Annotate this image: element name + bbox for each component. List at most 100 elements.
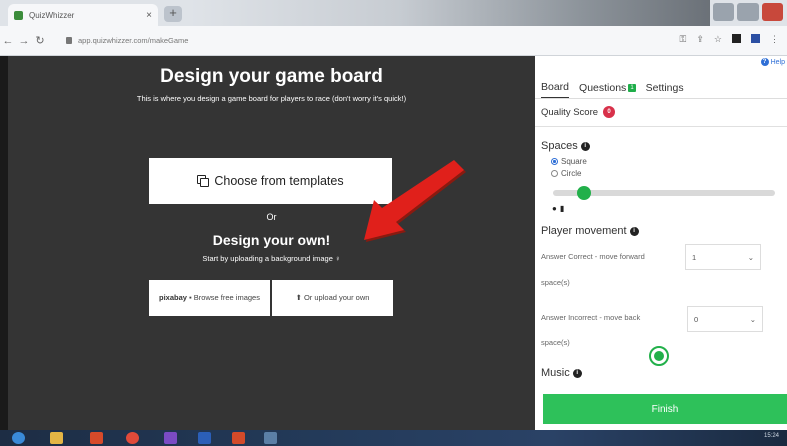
extension-icon[interactable]	[732, 34, 741, 43]
reload-icon[interactable]: ↻	[32, 34, 48, 47]
window-controls	[713, 3, 783, 21]
start-button-icon[interactable]	[12, 432, 25, 444]
quality-score-badge: 0	[603, 106, 616, 118]
browse-free-images-button[interactable]: pixabay ▪ Browse free images	[149, 280, 270, 316]
minimize-button[interactable]	[713, 3, 735, 21]
chrome-icon[interactable]	[126, 432, 139, 444]
url-text: app.quizwhizzer.com/makeGame	[78, 35, 189, 45]
paint-icon[interactable]: ●	[552, 204, 557, 213]
browser-tab[interactable]: QuizWhizzer ×	[8, 4, 158, 26]
red-arrow-annotation-icon	[364, 160, 466, 242]
lock-icon	[66, 36, 72, 44]
info-icon[interactable]: i	[629, 226, 639, 236]
spaces-heading: Spaces i	[541, 140, 590, 152]
file-explorer-icon[interactable]	[50, 432, 63, 444]
upload-own-label: Or upload your own	[303, 293, 370, 303]
new-tab-button[interactable]: +	[164, 6, 182, 22]
camera-icon: ▪	[188, 293, 192, 303]
address-bar: ← → ↻ app.quizwhizzer.com/makeGame ⚿ ⇪ ☆…	[0, 26, 787, 56]
start-instructions: Start by uploading a background image ♀	[8, 254, 535, 263]
start-text: Start by uploading a background image	[202, 254, 333, 263]
design-area: Design your game board This is where you…	[8, 56, 535, 430]
browser-tab-bar: QuizWhizzer × +	[0, 0, 787, 26]
answer-incorrect-select[interactable]: 0 ⌄	[687, 306, 763, 332]
help-icon: ?	[760, 58, 769, 66]
key-icon[interactable]: ⚿	[680, 34, 687, 45]
quality-score: Quality Score 0	[541, 106, 616, 118]
menu-dots-icon[interactable]: ⋮	[770, 34, 779, 45]
extension-icon-blue[interactable]	[751, 34, 760, 43]
upload-own-button[interactable]: ⬆ Or upload your own	[272, 280, 393, 316]
answer-correct-label: Answer Correct - move forward	[541, 252, 645, 261]
section-divider	[535, 126, 787, 127]
quality-score-label: Quality Score	[541, 106, 599, 118]
tab-questions-label: Questions	[579, 82, 627, 94]
chevron-down-icon: ⌄	[749, 314, 756, 324]
panel-tabs: Board Questions 1 Settings	[535, 76, 787, 98]
forward-icon[interactable]: →	[16, 35, 32, 47]
radio-selected-icon	[551, 158, 558, 165]
system-clock[interactable]: 15:24	[764, 433, 779, 439]
tab-bar-background	[190, 0, 710, 26]
visual-studio-icon[interactable]	[164, 432, 177, 444]
tab-settings-label: Settings	[645, 82, 684, 94]
choose-templates-label: Choose from templates	[214, 174, 344, 188]
tab-close-icon[interactable]: ×	[146, 10, 152, 21]
page-title: Design your game board	[160, 66, 383, 87]
space-option-circle[interactable]: Circle	[551, 169, 581, 178]
back-unit-label: space(s)	[541, 338, 570, 347]
word-icon[interactable]	[198, 432, 211, 444]
maximize-button[interactable]	[737, 3, 759, 21]
space-option-square[interactable]: Square	[551, 157, 587, 166]
bookmark-star-icon[interactable]: ☆	[714, 34, 722, 45]
tab-title: QuizWhizzer	[29, 10, 75, 20]
screen: QuizWhizzer × + ← → ↻ app.quizwhizzer.co…	[0, 0, 787, 446]
browse-free-images-label: Browse free images	[193, 293, 260, 303]
pixabay-logo: pixabay	[159, 293, 187, 303]
help-label: Help	[770, 58, 785, 66]
loading-indicator-icon	[649, 346, 669, 366]
answer-correct-value: 1	[692, 252, 697, 262]
answer-correct-select[interactable]: 1 ⌄	[685, 244, 761, 270]
questions-count-badge: 1	[628, 84, 636, 92]
answer-incorrect-value: 0	[694, 314, 699, 324]
upload-options: pixabay ▪ Browse free images ⬆ Or upload…	[149, 280, 393, 316]
slider-handle[interactable]	[577, 186, 591, 200]
answer-incorrect-label: Answer Incorrect - move back	[541, 313, 641, 322]
tab-questions[interactable]: Questions 1	[579, 82, 636, 98]
lightbulb-icon: ♀	[334, 254, 341, 263]
tab-board-label: Board	[541, 81, 570, 93]
url-field[interactable]: app.quizwhizzer.com/makeGame	[66, 31, 716, 49]
close-window-button[interactable]	[761, 3, 783, 21]
help-link[interactable]: ? Help	[760, 58, 785, 66]
choose-templates-button[interactable]: Choose from templates	[149, 158, 392, 204]
slider-tools: ● ▮	[552, 204, 564, 213]
space-option-label: Square	[561, 157, 587, 166]
space-size-slider[interactable]	[553, 186, 775, 200]
tab-board[interactable]: Board	[541, 81, 570, 98]
info-icon[interactable]: i	[580, 141, 590, 151]
tab-settings[interactable]: Settings	[646, 82, 684, 98]
trash-icon[interactable]: ▮	[560, 204, 564, 213]
back-icon[interactable]: ←	[0, 35, 16, 47]
finish-button[interactable]: Finish	[543, 394, 787, 424]
copy-icon	[197, 175, 210, 187]
settings-panel: ? Help Board Questions 1 Settings Qualit…	[535, 56, 787, 430]
app-icon-red[interactable]	[232, 432, 245, 444]
space-option-label: Circle	[561, 169, 582, 178]
player-movement-label: Player movement	[541, 225, 627, 237]
player-movement-heading: Player movement i	[541, 225, 639, 237]
info-icon[interactable]: i	[572, 368, 582, 378]
music-heading: Music i	[541, 367, 582, 379]
forward-unit-label: space(s)	[541, 278, 570, 287]
powerpoint-icon[interactable]	[90, 432, 103, 444]
spaces-label: Spaces	[541, 140, 578, 152]
upload-icon: ⬆	[295, 293, 302, 303]
quizwhizzer-favicon-icon	[14, 10, 23, 20]
tab-divider	[535, 98, 787, 99]
music-label: Music	[541, 367, 570, 379]
app-icon-window[interactable]	[264, 432, 277, 444]
radio-unselected-icon	[551, 170, 558, 177]
share-icon[interactable]: ⇪	[696, 34, 704, 45]
browser-toolbar-icons: ⚿ ⇪ ☆ ⋮	[680, 34, 779, 45]
